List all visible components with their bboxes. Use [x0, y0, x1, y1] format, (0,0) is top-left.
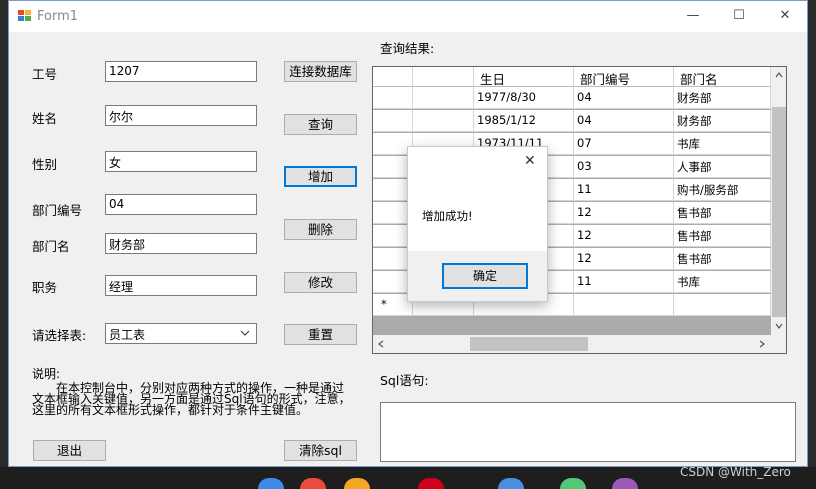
scroll-down-icon[interactable] — [775, 323, 783, 329]
taskbar-app-icon[interactable] — [300, 478, 326, 489]
scroll-left-icon[interactable] — [378, 340, 384, 348]
table-cell[interactable]: 12 — [574, 225, 674, 247]
table-cell[interactable] — [413, 87, 474, 109]
table-select-dropdown[interactable]: 员工表 — [105, 323, 257, 344]
maximize-button[interactable]: ☐ — [717, 1, 761, 32]
note-title: 说明: — [32, 367, 61, 381]
table-cell[interactable]: 书库 — [674, 271, 771, 293]
table-cell[interactable] — [413, 110, 474, 132]
watermark: CSDN @With_Zero — [680, 465, 791, 479]
column-header[interactable]: 部门名 — [674, 67, 771, 87]
column-header[interactable]: 部门编号 — [574, 67, 674, 87]
dept-no-field[interactable]: 04 — [105, 194, 257, 215]
results-label: 查询结果: — [380, 41, 435, 56]
table-cell[interactable]: 07 — [574, 133, 674, 155]
table-cell[interactable]: 售书部 — [674, 225, 771, 247]
table-cell[interactable]: 购书/服务部 — [674, 179, 771, 201]
note-line-3: 这里的所有文本框形式操作，都针对于条件主键值。 — [32, 403, 309, 417]
reset-button[interactable]: 重置 — [284, 324, 357, 345]
query-button[interactable]: 查询 — [284, 114, 357, 135]
table-cell[interactable]: 12 — [574, 248, 674, 270]
dialog-message: 增加成功! — [422, 209, 473, 223]
new-row-cell[interactable] — [674, 294, 771, 316]
table-cell[interactable]: 04 — [574, 87, 674, 109]
scroll-right-icon[interactable] — [759, 340, 765, 348]
note-text: 说明: 在本控制台中，分别对应两种方式的操作，一种是通过 文本框输入关键值，另一… — [32, 367, 362, 417]
table-cell[interactable]: 1985/1/12 — [474, 110, 574, 132]
modify-button[interactable]: 修改 — [284, 272, 357, 293]
vertical-scroll-thumb[interactable] — [772, 107, 786, 317]
taskbar-app-icon[interactable] — [560, 478, 586, 489]
name-label: 姓名 — [32, 111, 58, 126]
column-header[interactable]: 生日 — [474, 67, 574, 87]
row-header-corner — [373, 67, 413, 87]
table-select-value: 员工表 — [109, 328, 146, 342]
row-header[interactable] — [373, 110, 413, 132]
table-cell[interactable]: 书库 — [674, 133, 771, 155]
dept-name-field[interactable]: 财务部 — [105, 233, 257, 254]
table-cell[interactable]: 人事部 — [674, 156, 771, 178]
horizontal-scrollbar[interactable] — [373, 335, 786, 353]
message-dialog: ✕ 增加成功! 确定 — [407, 146, 548, 302]
exit-button[interactable]: 退出 — [33, 440, 106, 461]
column-header[interactable] — [413, 67, 474, 87]
gender-label: 性别 — [32, 157, 58, 172]
chevron-down-icon — [240, 330, 250, 336]
app-icon — [18, 10, 32, 22]
add-button[interactable]: 增加 — [284, 166, 357, 187]
table-cell[interactable]: 财务部 — [674, 110, 771, 132]
sql-textarea[interactable] — [380, 402, 796, 462]
taskbar-app-icon[interactable] — [258, 478, 284, 489]
scroll-up-icon[interactable] — [775, 72, 783, 78]
minimize-button[interactable]: — — [671, 1, 715, 32]
table-cell[interactable]: 12 — [574, 202, 674, 224]
connect-db-button[interactable]: 连接数据库 — [284, 61, 357, 82]
row-header[interactable] — [373, 87, 413, 109]
taskbar-app-icon[interactable] — [498, 478, 524, 489]
position-field[interactable]: 经理 — [105, 275, 257, 296]
taskbar-app-icon[interactable] — [344, 478, 370, 489]
emp-id-label: 工号 — [32, 67, 58, 82]
emp-id-field[interactable]: 1207 — [105, 61, 257, 82]
dialog-close-icon[interactable]: ✕ — [524, 153, 536, 169]
table-cell[interactable]: 04 — [574, 110, 674, 132]
table-cell[interactable]: 售书部 — [674, 248, 771, 270]
table-cell[interactable]: 11 — [574, 179, 674, 201]
table-cell[interactable]: 财务部 — [674, 87, 771, 109]
dept-name-label: 部门名 — [32, 239, 70, 254]
close-button[interactable]: ✕ — [763, 1, 807, 32]
taskbar-app-icon[interactable] — [418, 478, 444, 489]
taskbar-app-icon[interactable] — [612, 478, 638, 489]
table-cell[interactable]: 03 — [574, 156, 674, 178]
dept-no-label: 部门编号 — [32, 203, 83, 218]
table-select-label: 请选择表: — [32, 328, 87, 343]
dialog-content-area: ✕ 增加成功! — [408, 147, 547, 251]
title-bar[interactable]: Form1 — ☐ ✕ — [9, 1, 807, 32]
position-label: 职务 — [32, 280, 58, 295]
name-field[interactable]: 尔尔 — [105, 105, 257, 126]
vertical-scrollbar[interactable] — [771, 67, 786, 335]
new-row-cell[interactable] — [574, 294, 674, 316]
table-cell[interactable]: 1977/8/30 — [474, 87, 574, 109]
sql-label: Sql语句: — [380, 373, 429, 388]
clear-sql-button[interactable]: 清除sql — [284, 440, 357, 461]
dialog-ok-button[interactable]: 确定 — [442, 263, 528, 289]
table-cell[interactable]: 11 — [574, 271, 674, 293]
delete-button[interactable]: 删除 — [284, 219, 357, 240]
horizontal-scroll-thumb[interactable] — [470, 337, 588, 351]
window-title: Form1 — [37, 9, 79, 24]
table-cell[interactable]: 售书部 — [674, 202, 771, 224]
gender-field[interactable]: 女 — [105, 151, 257, 172]
